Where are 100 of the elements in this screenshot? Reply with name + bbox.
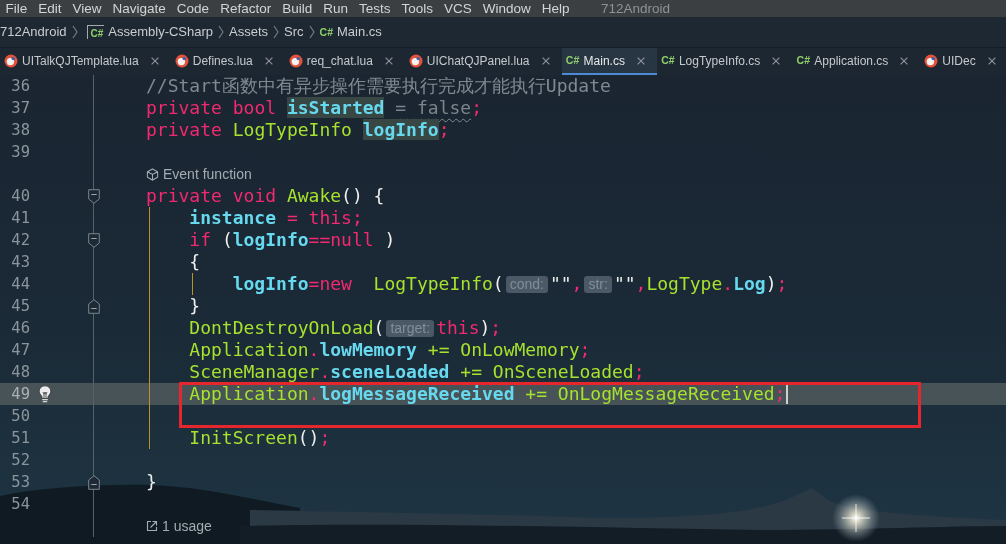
close-icon[interactable]: [541, 56, 550, 65]
close-icon[interactable]: [150, 56, 159, 65]
code-punctuation: ;: [438, 119, 450, 140]
close-icon[interactable]: [987, 56, 996, 65]
string-literal: "": [549, 273, 572, 294]
code-comment: //Start函数中有异步操作需要执行完成才能执行Update: [146, 75, 611, 96]
menu-item[interactable]: View: [67, 0, 108, 17]
code-operator: +=: [460, 361, 482, 382]
line-number: 39: [11, 143, 30, 161]
breadcrumb-item[interactable]: Assembly-CSharp: [108, 23, 214, 41]
menu-item[interactable]: Tools: [396, 0, 439, 17]
line-number: 52: [11, 451, 30, 469]
menu-item[interactable]: File: [0, 0, 33, 17]
file-type-label: C#: [660, 54, 675, 67]
highlighted-identifier: logInfo: [362, 119, 439, 140]
code-operator: +=: [427, 339, 450, 360]
close-icon[interactable]: [264, 56, 273, 65]
code-keyword: private: [146, 97, 222, 118]
file-icon: [408, 53, 423, 68]
line-number: 37: [11, 99, 30, 117]
menu-item[interactable]: Navigate: [107, 0, 172, 17]
code-punctuation: ,: [635, 273, 647, 294]
member-name: sceneLoaded: [330, 361, 450, 382]
member-name: instance: [189, 207, 277, 228]
line-number: 46: [11, 319, 30, 337]
line-number: 47: [11, 341, 30, 359]
code-punctuation: ): [384, 229, 396, 250]
fold-marker-icon[interactable]: [88, 298, 100, 314]
editor-tab[interactable]: req_chat.lua: [284, 48, 405, 75]
menu-item[interactable]: Refactor: [214, 0, 277, 17]
close-icon[interactable]: [900, 56, 909, 65]
cube-icon: [146, 167, 159, 181]
code-keyword: void: [232, 185, 277, 206]
editor-tab[interactable]: Defines.lua: [170, 48, 285, 75]
breadcrumb-item[interactable]: Assets: [229, 23, 269, 41]
code-punctuation: ;: [579, 339, 591, 360]
editor-tab[interactable]: C# Main.cs: [561, 48, 657, 75]
method-name: OnLogMessageReceived: [557, 383, 775, 404]
code-vision-link[interactable]: Event function: [163, 165, 252, 183]
lightbulb-icon[interactable]: [38, 385, 52, 403]
menu-item[interactable]: Run: [317, 0, 354, 17]
file-type-label: C#: [319, 25, 333, 39]
code-keyword: this: [308, 207, 352, 228]
file-icon: [174, 53, 189, 68]
editor-tab[interactable]: C# Application.cs: [792, 48, 921, 75]
method-name: OnSceneLoaded: [492, 361, 634, 382]
menu-item[interactable]: Edit: [32, 0, 68, 17]
code-punctuation: ;: [490, 317, 502, 338]
file-icon: [924, 53, 939, 68]
string-literal: "": [613, 273, 636, 294]
menu-item[interactable]: VCS: [438, 0, 478, 17]
code-keyword: bool: [232, 97, 277, 118]
menu-item[interactable]: Window: [477, 0, 537, 17]
method-name: Awake: [286, 185, 342, 206]
breadcrumb-item[interactable]: 712Android: [0, 23, 67, 41]
editor-tab[interactable]: UITalkQJTemplate.lua: [0, 48, 171, 75]
member-name: logInfo: [232, 229, 309, 250]
code-punctuation: ): [479, 317, 491, 338]
menu-item[interactable]: Tests: [353, 0, 396, 17]
code-punctuation: }: [189, 295, 201, 316]
chevron-icon: [273, 25, 280, 39]
code-operator: =: [308, 273, 320, 294]
project-type-label: C#: [86, 25, 105, 39]
line-number: 54: [11, 495, 30, 513]
line-number: 43: [11, 253, 30, 271]
type-name: SceneManager: [189, 361, 320, 382]
menu-item[interactable]: Help: [536, 0, 576, 17]
type-name: LogType: [646, 273, 723, 294]
code-punctuation: }: [146, 471, 157, 492]
type-name: LogTypeInfo: [373, 273, 493, 294]
chevron-icon: [71, 25, 78, 39]
menu-item[interactable]: Code: [171, 0, 215, 17]
line-number: 53: [11, 473, 30, 491]
menu-item[interactable]: Build: [276, 0, 318, 17]
fold-marker-icon[interactable]: [88, 232, 100, 248]
code-punctuation: .: [308, 339, 320, 360]
editor-tab[interactable]: UIDec: [920, 48, 1006, 75]
type-name: LogTypeInfo: [232, 119, 352, 140]
line-number: 42: [11, 231, 30, 249]
code-punctuation: ;: [351, 207, 363, 228]
editor-tab[interactable]: UIChatQJPanel.lua: [404, 48, 562, 75]
member-name: Log: [733, 273, 766, 294]
close-icon[interactable]: [384, 56, 393, 65]
greyed-initializer: = false: [395, 97, 472, 118]
code-vision-link[interactable]: 1 usage: [162, 517, 212, 535]
line-number: 51: [11, 429, 30, 447]
code-keyword: null: [330, 229, 374, 250]
method-name: OnLowMemory: [460, 339, 580, 360]
close-icon[interactable]: [772, 56, 781, 65]
code-punctuation: ;: [633, 361, 645, 382]
chevron-icon: [308, 25, 315, 39]
fold-marker-icon[interactable]: [88, 474, 100, 490]
breadcrumb-item[interactable]: Main.cs: [337, 23, 382, 41]
fold-marker-icon[interactable]: [88, 188, 100, 204]
breadcrumb-item[interactable]: Src: [284, 23, 304, 41]
editor-tab[interactable]: C# LogTypeInfo.cs: [656, 48, 793, 75]
code-punctuation: ;: [774, 383, 786, 404]
file-icon: [4, 53, 18, 68]
close-icon[interactable]: [636, 56, 645, 65]
line-number: 50: [11, 407, 30, 425]
